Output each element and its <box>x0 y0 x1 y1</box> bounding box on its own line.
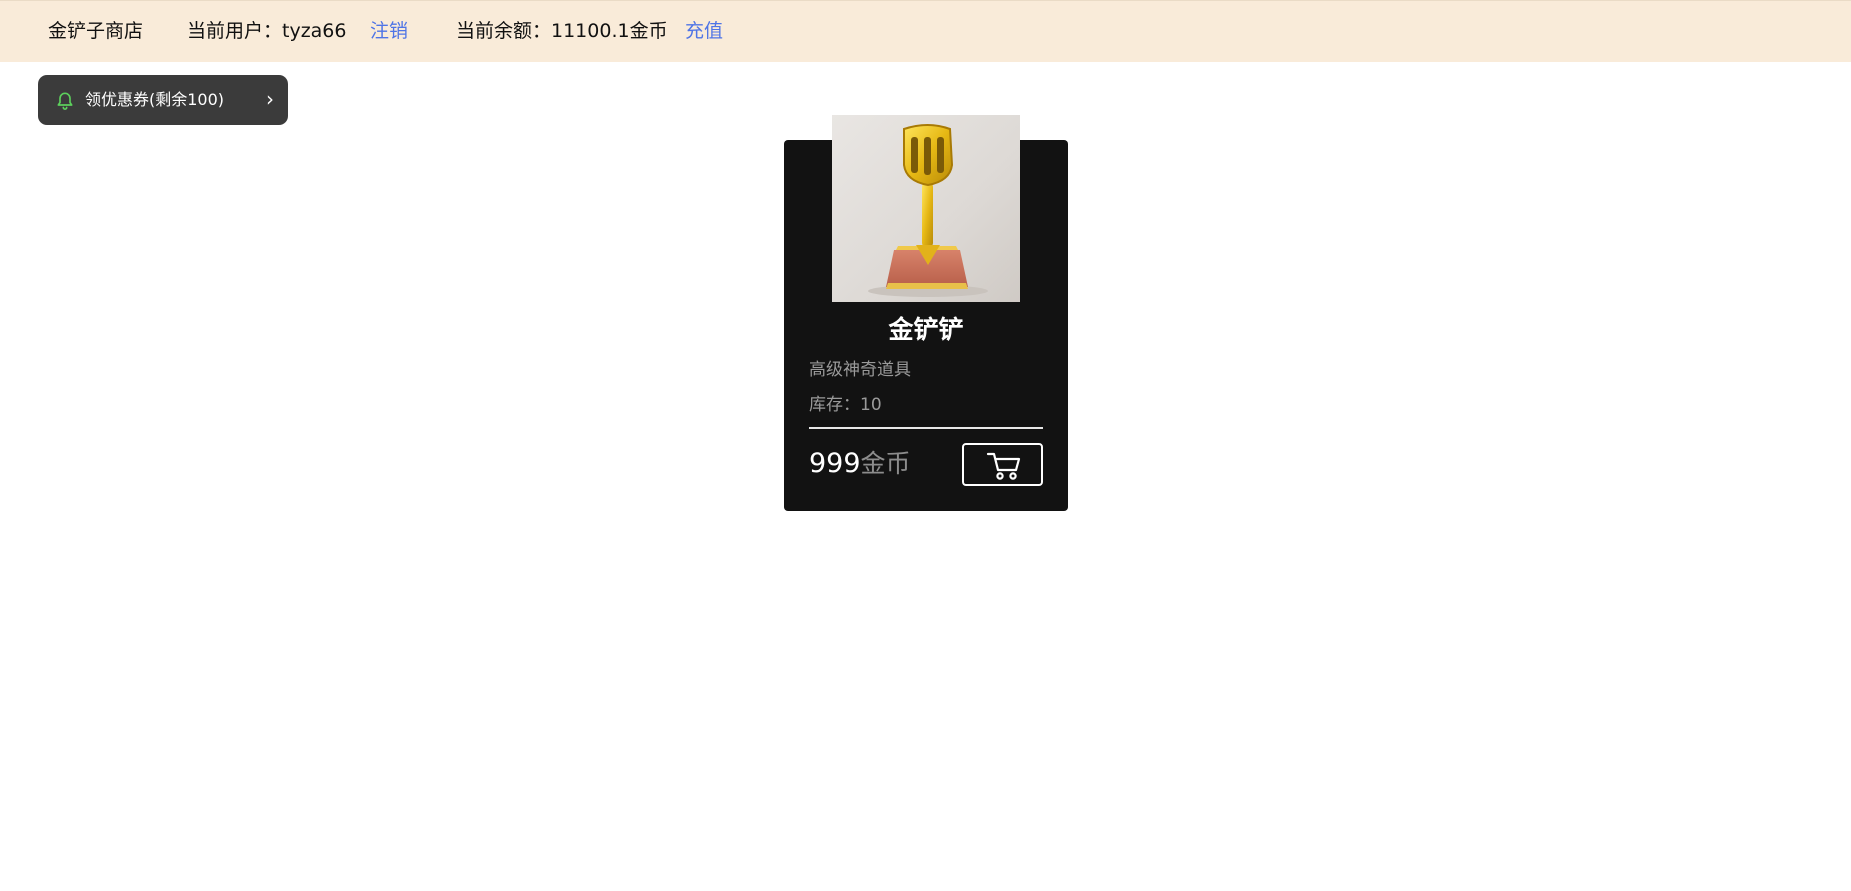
price-value: 999 <box>809 448 861 479</box>
product-description: 高级神奇道具 <box>809 360 911 380</box>
coupon-button[interactable]: 领优惠券(剩余100) › <box>38 75 288 125</box>
top-bar: 金铲子商店 当前用户：tyza66 注销 当前余额：11100.1金币 充值 <box>0 0 1851 62</box>
cart-icon <box>986 452 1021 480</box>
current-balance: 当前余额：11100.1金币 <box>456 20 668 42</box>
current-user: 当前用户：tyza66 <box>187 20 347 42</box>
recharge-link[interactable]: 充值 <box>685 19 723 43</box>
chevron-right-icon: › <box>266 87 274 111</box>
price-unit: 金币 <box>860 449 911 478</box>
card-divider <box>809 427 1043 429</box>
product-price: 999金币 <box>809 447 911 484</box>
product-stock: 库存：10 <box>809 395 882 415</box>
product-name: 金铲铲 <box>888 315 964 344</box>
product-image <box>832 115 1020 302</box>
coupon-label: 领优惠券(剩余100) <box>85 90 225 109</box>
golden-spatula-trophy-image <box>868 124 988 297</box>
add-to-cart-button[interactable] <box>962 443 1043 486</box>
shop-title: 金铲子商店 <box>48 20 144 42</box>
logout-link[interactable]: 注销 <box>370 19 408 43</box>
bell-icon <box>57 92 73 110</box>
